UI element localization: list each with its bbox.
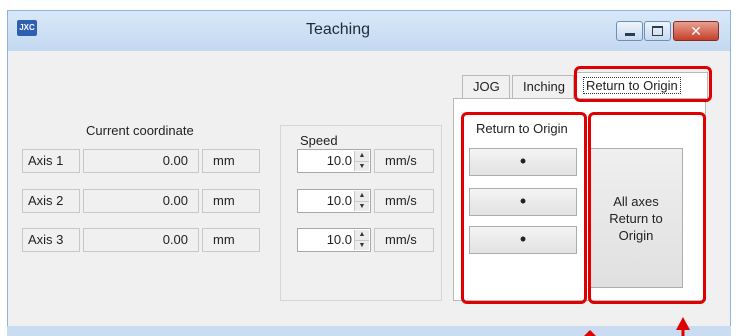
annotation-arrows [584,317,690,336]
